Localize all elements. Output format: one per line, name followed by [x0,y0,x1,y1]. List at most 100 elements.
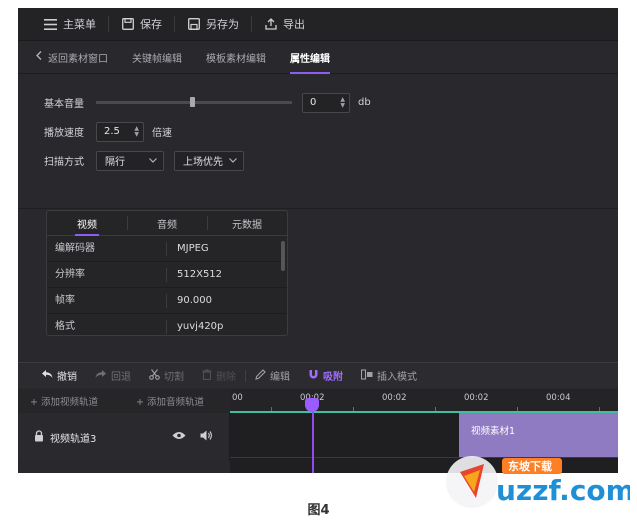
plus-icon: + [30,397,38,408]
spin-arrows-icon[interactable]: ▲ ▼ [134,125,139,138]
undo-label: 撤销 [57,372,77,383]
redo-icon [95,369,107,382]
export-label: 导出 [283,18,305,31]
add-audio-track-label: 添加音频轨道 [147,397,205,408]
ruler-label: 00:04 [546,393,571,403]
field-order-value: 上场优先 [183,157,223,168]
insert-mode-button[interactable]: 插入模式 [352,368,426,383]
add-video-track-label: 添加视频轨道 [41,397,99,408]
undo-icon [41,369,53,382]
snap-label: 吸附 [323,372,343,383]
save-icon [121,18,134,31]
field-order-select[interactable]: 上场优先 [174,150,244,171]
back-label: 返回素材窗口 [48,53,108,65]
figure-caption: 图4 [307,503,330,518]
main-menu-button[interactable]: 主菜单 [32,8,108,40]
save-button[interactable]: 保存 [109,8,174,40]
media-info-panel: 视频 音频 元数据 编解码器 MJPEG 分辨率 512X512 帧率 90.0… [46,210,288,336]
speed-unit: 倍速 [152,128,172,139]
pencil-icon [255,368,266,383]
chevron-left-icon [36,51,42,63]
save-as-icon [187,18,200,31]
video-track-header: 视频轨道3 [18,413,230,461]
ruler-tick [599,407,600,411]
undo-button[interactable]: 撤销 [32,368,86,383]
ruler-tick [271,407,272,411]
track-name: 视频轨道3 [50,433,97,445]
chevron-down-icon [229,156,237,165]
scissors-icon [149,368,160,383]
delete-button[interactable]: 删除 [193,368,245,383]
playhead-handle[interactable] [305,398,319,412]
save-as-button[interactable]: 另存为 [175,8,251,40]
lock-icon[interactable] [34,429,44,445]
edit-label: 编辑 [270,372,290,383]
editor-window: 主菜单 保存 另存为 导出 返回素材窗口 关键帧编辑 模板素材编辑 属性编辑 基… [18,8,618,473]
volume-row: 基本音量 0 ▲ ▼ db [44,88,618,117]
insert-mode-label: 插入模式 [377,372,417,383]
redo-label: 回退 [111,372,131,383]
info-row: 编解码器 MJPEG [47,236,287,262]
ruler-label: 00 [232,393,243,403]
scan-mode-value: 隔行 [105,157,125,168]
snap-button[interactable]: 吸附 [299,368,352,383]
export-button[interactable]: 导出 [252,8,317,40]
tab-property-edit[interactable]: 属性编辑 [278,41,342,74]
scan-mode-select[interactable]: 隔行 [96,150,164,171]
cut-label: 切割 [164,372,184,383]
watermark-tag: 东坡下载 [508,459,552,473]
property-panel: 基本音量 0 ▲ ▼ db 播放速度 2.5 ▲ ▼ 倍速 扫描方式 隔行 上场… [18,74,618,209]
export-icon [264,18,277,31]
clip-label: 视频素材1 [471,426,516,437]
ruler-label: 00:02 [382,393,407,403]
speed-row: 播放速度 2.5 ▲ ▼ 倍速 [44,117,618,146]
tab-video-info[interactable]: 视频 [47,211,127,236]
edit-toolbar: 撤销 回退 切割 删除 编辑 吸附 插入模式 [18,362,618,388]
redo-button[interactable]: 回退 [86,368,140,383]
info-value: MJPEG [177,243,209,254]
info-row: 分辨率 512X512 [47,262,287,288]
speed-value: 2.5 [104,126,120,137]
info-value: 512X512 [177,269,223,280]
info-key: 帧率 [47,293,167,308]
info-key: 分辨率 [47,267,167,282]
volume-input[interactable]: 0 ▲ ▼ [302,92,350,113]
info-key: 编解码器 [47,241,167,256]
info-key: 格式 [47,319,167,334]
speaker-icon[interactable] [200,430,213,444]
info-value: 90.000 [177,295,212,306]
tab-template-edit[interactable]: 模板素材编辑 [194,41,278,73]
volume-value: 0 [310,97,317,108]
volume-slider-thumb[interactable] [190,97,195,107]
add-video-track-button[interactable]: + 添加视频轨道 [18,394,124,408]
ruler-tick [517,407,518,411]
info-scrollbar[interactable] [281,241,285,271]
ruler-label: 00:02 [464,393,489,403]
volume-slider[interactable] [96,97,292,107]
back-to-materials-button[interactable]: 返回素材窗口 [32,41,120,73]
editor-tabs: 返回素材窗口 关键帧编辑 模板素材编辑 属性编辑 [18,41,618,74]
spin-arrows-icon[interactable]: ▲ ▼ [340,96,345,109]
edit-button[interactable]: 编辑 [246,368,299,383]
timeline-ruler[interactable]: 00 00:02 00:02 00:02 00:04 [230,389,618,413]
scan-label: 扫描方式 [44,157,84,168]
tab-metadata-info[interactable]: 元数据 [207,211,287,235]
volume-label: 基本音量 [44,99,84,110]
cut-button[interactable]: 切割 [140,368,193,383]
magnet-icon [308,369,319,383]
speed-label: 播放速度 [44,128,84,139]
tab-audio-info[interactable]: 音频 [127,211,207,235]
insert-mode-icon [360,368,373,383]
track-header-bar: + 添加视频轨道 + 添加音频轨道 [18,389,231,414]
delete-label: 删除 [216,372,236,383]
info-row: 帧率 90.000 [47,288,287,314]
save-label: 保存 [140,18,162,31]
info-value: yuvj420p [177,321,224,332]
tab-keyframe-edit[interactable]: 关键帧编辑 [120,41,194,73]
main-toolbar: 主菜单 保存 另存为 导出 [18,8,618,41]
main-menu-label: 主菜单 [63,18,96,31]
speed-input[interactable]: 2.5 ▲ ▼ [96,121,144,142]
eye-icon[interactable] [172,431,186,443]
add-audio-track-button[interactable]: + 添加音频轨道 [124,394,230,408]
info-row: 格式 yuvj420p [47,314,287,335]
